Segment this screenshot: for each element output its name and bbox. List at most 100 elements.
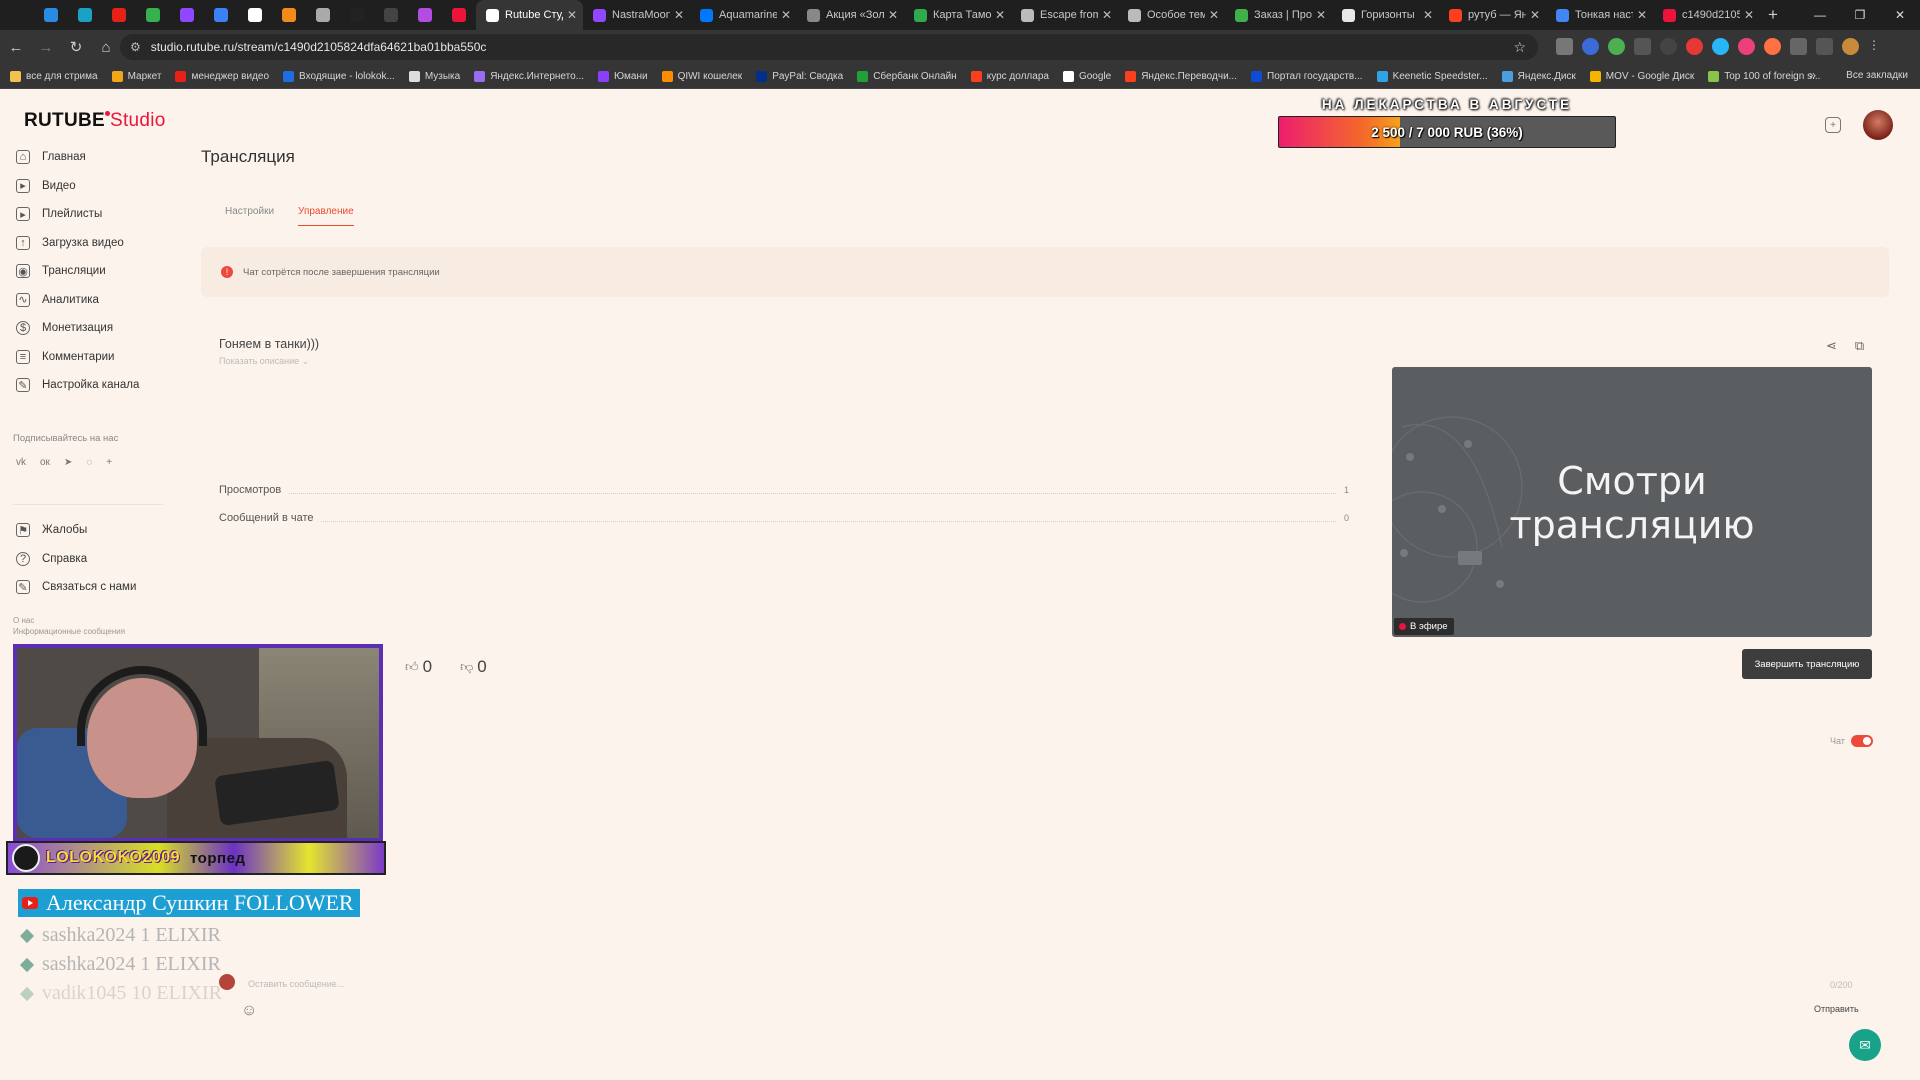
avatar[interactable] <box>1863 110 1893 140</box>
rutube-studio-logo[interactable]: RUTUBE Studio <box>24 110 166 132</box>
sidebar-item-money[interactable]: $ Монетизация <box>16 314 176 343</box>
extension-icon[interactable] <box>1660 38 1677 55</box>
pinned-tab[interactable] <box>34 0 68 30</box>
browser-tab[interactable]: Aquamarine ✕ <box>690 0 797 30</box>
bookmark-item[interactable]: Портал государств... <box>1251 70 1363 82</box>
profile-icon[interactable] <box>1842 38 1859 55</box>
sidebar-item-comments[interactable]: ≡ Комментарии <box>16 343 176 372</box>
menu-icon[interactable]: ⋮ <box>1868 38 1880 55</box>
minimize-icon[interactable]: — <box>1800 0 1840 30</box>
bookmark-item[interactable]: Юмани <box>598 70 648 82</box>
vk-icon[interactable]: vk <box>16 457 26 468</box>
extension-icon[interactable] <box>1556 38 1573 55</box>
external-link-icon[interactable]: ⧉ <box>1855 338 1864 354</box>
viber-icon[interactable]: ◌ <box>86 457 92 468</box>
sidebar-item-help[interactable]: ? Справка <box>16 545 176 574</box>
bookmark-star-icon[interactable]: ☆ <box>1513 39 1526 56</box>
maximize-icon[interactable]: ❐ <box>1840 0 1880 30</box>
tab-settings[interactable]: Настройки <box>225 206 274 226</box>
pinned-tab[interactable] <box>408 0 442 30</box>
chat-message-input[interactable]: Оставить сообщение... <box>248 979 344 989</box>
close-window-icon[interactable]: ✕ <box>1880 0 1920 30</box>
bookmark-item[interactable]: Входящие - lolokok... <box>283 70 395 82</box>
bookmarks-overflow-icon[interactable]: » <box>1809 68 1816 82</box>
extension-icon[interactable] <box>1738 38 1755 55</box>
browser-tab[interactable]: Карта Тамож ✕ <box>904 0 1011 30</box>
bookmark-item[interactable]: PayPal: Сводка <box>756 70 843 82</box>
sidebar-item-pen[interactable]: ✎ Настройка канала <box>16 371 176 400</box>
tab-close-icon[interactable]: ✕ <box>995 8 1005 22</box>
tab-close-icon[interactable]: ✕ <box>1423 8 1433 22</box>
browser-tab[interactable]: NastraMoon ✕ <box>583 0 690 30</box>
sidebar-item-flag[interactable]: ⚑ Жалобы <box>16 516 176 545</box>
send-button[interactable]: Отправить <box>1814 1004 1859 1014</box>
bookmark-item[interactable]: Keenetic Speedster... <box>1376 70 1488 82</box>
tab-close-icon[interactable]: ✕ <box>1530 8 1540 22</box>
dislike-button[interactable]: 👎︎ 0 <box>460 657 487 677</box>
bookmark-item[interactable]: Яндекс.Диск <box>1501 70 1576 82</box>
tab-close-icon[interactable]: ✕ <box>1316 8 1326 22</box>
browser-tab[interactable]: Тонкая наст ✕ <box>1546 0 1653 30</box>
extension-icon[interactable] <box>1608 38 1625 55</box>
pinned-tab[interactable] <box>374 0 408 30</box>
pinned-tab[interactable] <box>238 0 272 30</box>
pinned-tab[interactable] <box>272 0 306 30</box>
tab-close-icon[interactable]: ✕ <box>1209 8 1219 22</box>
bookmark-item[interactable]: Музыка <box>408 70 460 82</box>
forward-icon[interactable]: → <box>32 33 60 61</box>
pinned-tab[interactable] <box>102 0 136 30</box>
tab-close-icon[interactable]: ✕ <box>1744 8 1754 22</box>
tab-close-icon[interactable]: ✕ <box>888 8 898 22</box>
back-icon[interactable]: ← <box>2 33 30 61</box>
extension-icon[interactable] <box>1634 38 1651 55</box>
emoji-icon[interactable]: ☺ <box>241 1002 257 1020</box>
site-info-icon[interactable]: ⚙ <box>130 40 141 54</box>
like-button[interactable]: 👍︎ 0 <box>405 657 432 677</box>
new-tab-button[interactable]: + <box>1768 5 1778 25</box>
url-input[interactable]: ⚙ studio.rutube.ru/stream/c1490d2105824d… <box>120 34 1538 60</box>
sidebar-item-video[interactable]: ▸ Видео <box>16 172 176 201</box>
about-link[interactable]: О нас <box>13 615 125 626</box>
tab-close-icon[interactable]: ✕ <box>781 8 791 22</box>
tab-close-icon[interactable]: ✕ <box>674 8 684 22</box>
extension-icon[interactable] <box>1764 38 1781 55</box>
browser-tab[interactable]: c1490d2105 ✕ <box>1653 0 1760 30</box>
bookmark-item[interactable]: Top 100 of foreign s... <box>1708 70 1820 82</box>
pinned-tab[interactable] <box>68 0 102 30</box>
browser-tab[interactable]: Особое тема ✕ <box>1118 0 1225 30</box>
extension-icon[interactable] <box>1582 38 1599 55</box>
browser-tab[interactable]: Escape from ✕ <box>1011 0 1118 30</box>
extension-icon[interactable] <box>1712 38 1729 55</box>
sidebar-item-home[interactable]: ⌂ Главная <box>16 143 176 172</box>
home-browser-icon[interactable]: ⌂ <box>92 33 120 61</box>
end-stream-button[interactable]: Завершить трансляцию <box>1742 649 1872 679</box>
share-icon[interactable]: ⋖ <box>1826 338 1837 354</box>
bookmark-item[interactable]: Google <box>1062 70 1111 82</box>
browser-tab[interactable]: Заказ | Про ✕ <box>1225 0 1332 30</box>
chat-toggle[interactable] <box>1850 735 1873 747</box>
all-bookmarks[interactable]: Все закладки <box>1846 70 1908 81</box>
browser-tab[interactable]: Горизонты ✕ <box>1332 0 1439 30</box>
bookmark-item[interactable]: Яндекс.Переводчи... <box>1125 70 1237 82</box>
info-messages-link[interactable]: Информационные сообщения <box>13 626 125 637</box>
pinned-tab[interactable] <box>170 0 204 30</box>
support-chat-icon[interactable]: ✉ <box>1849 1029 1881 1061</box>
tab-close-icon[interactable]: ✕ <box>1637 8 1647 22</box>
bookmark-item[interactable]: Яндекс.Интернето... <box>474 70 584 82</box>
reload-icon[interactable]: ↻ <box>62 33 90 61</box>
pinned-tab[interactable] <box>136 0 170 30</box>
sidebar-item-upload[interactable]: ↑ Загрузка видео <box>16 229 176 258</box>
sidebar-item-broadcast[interactable]: ◉ Трансляции <box>16 257 176 286</box>
browser-tab[interactable]: рутуб — Янд ✕ <box>1439 0 1546 30</box>
telegram-icon[interactable]: ➤ <box>64 457 72 468</box>
bookmark-item[interactable]: MOV - Google Диск <box>1589 70 1694 82</box>
pinned-tab[interactable] <box>204 0 238 30</box>
sidebar-item-playlist[interactable]: ▸ Плейлисты <box>16 200 176 229</box>
more-icon[interactable]: + <box>106 457 112 468</box>
notifications-icon[interactable]: + <box>1825 117 1841 133</box>
bookmark-item[interactable]: Маркет <box>111 70 161 82</box>
media-icon[interactable] <box>1816 38 1833 55</box>
bookmark-item[interactable]: менеджер видео <box>175 70 269 82</box>
show-description-link[interactable]: Показать описание ⌄ <box>219 356 309 367</box>
pinned-tab[interactable] <box>442 0 476 30</box>
